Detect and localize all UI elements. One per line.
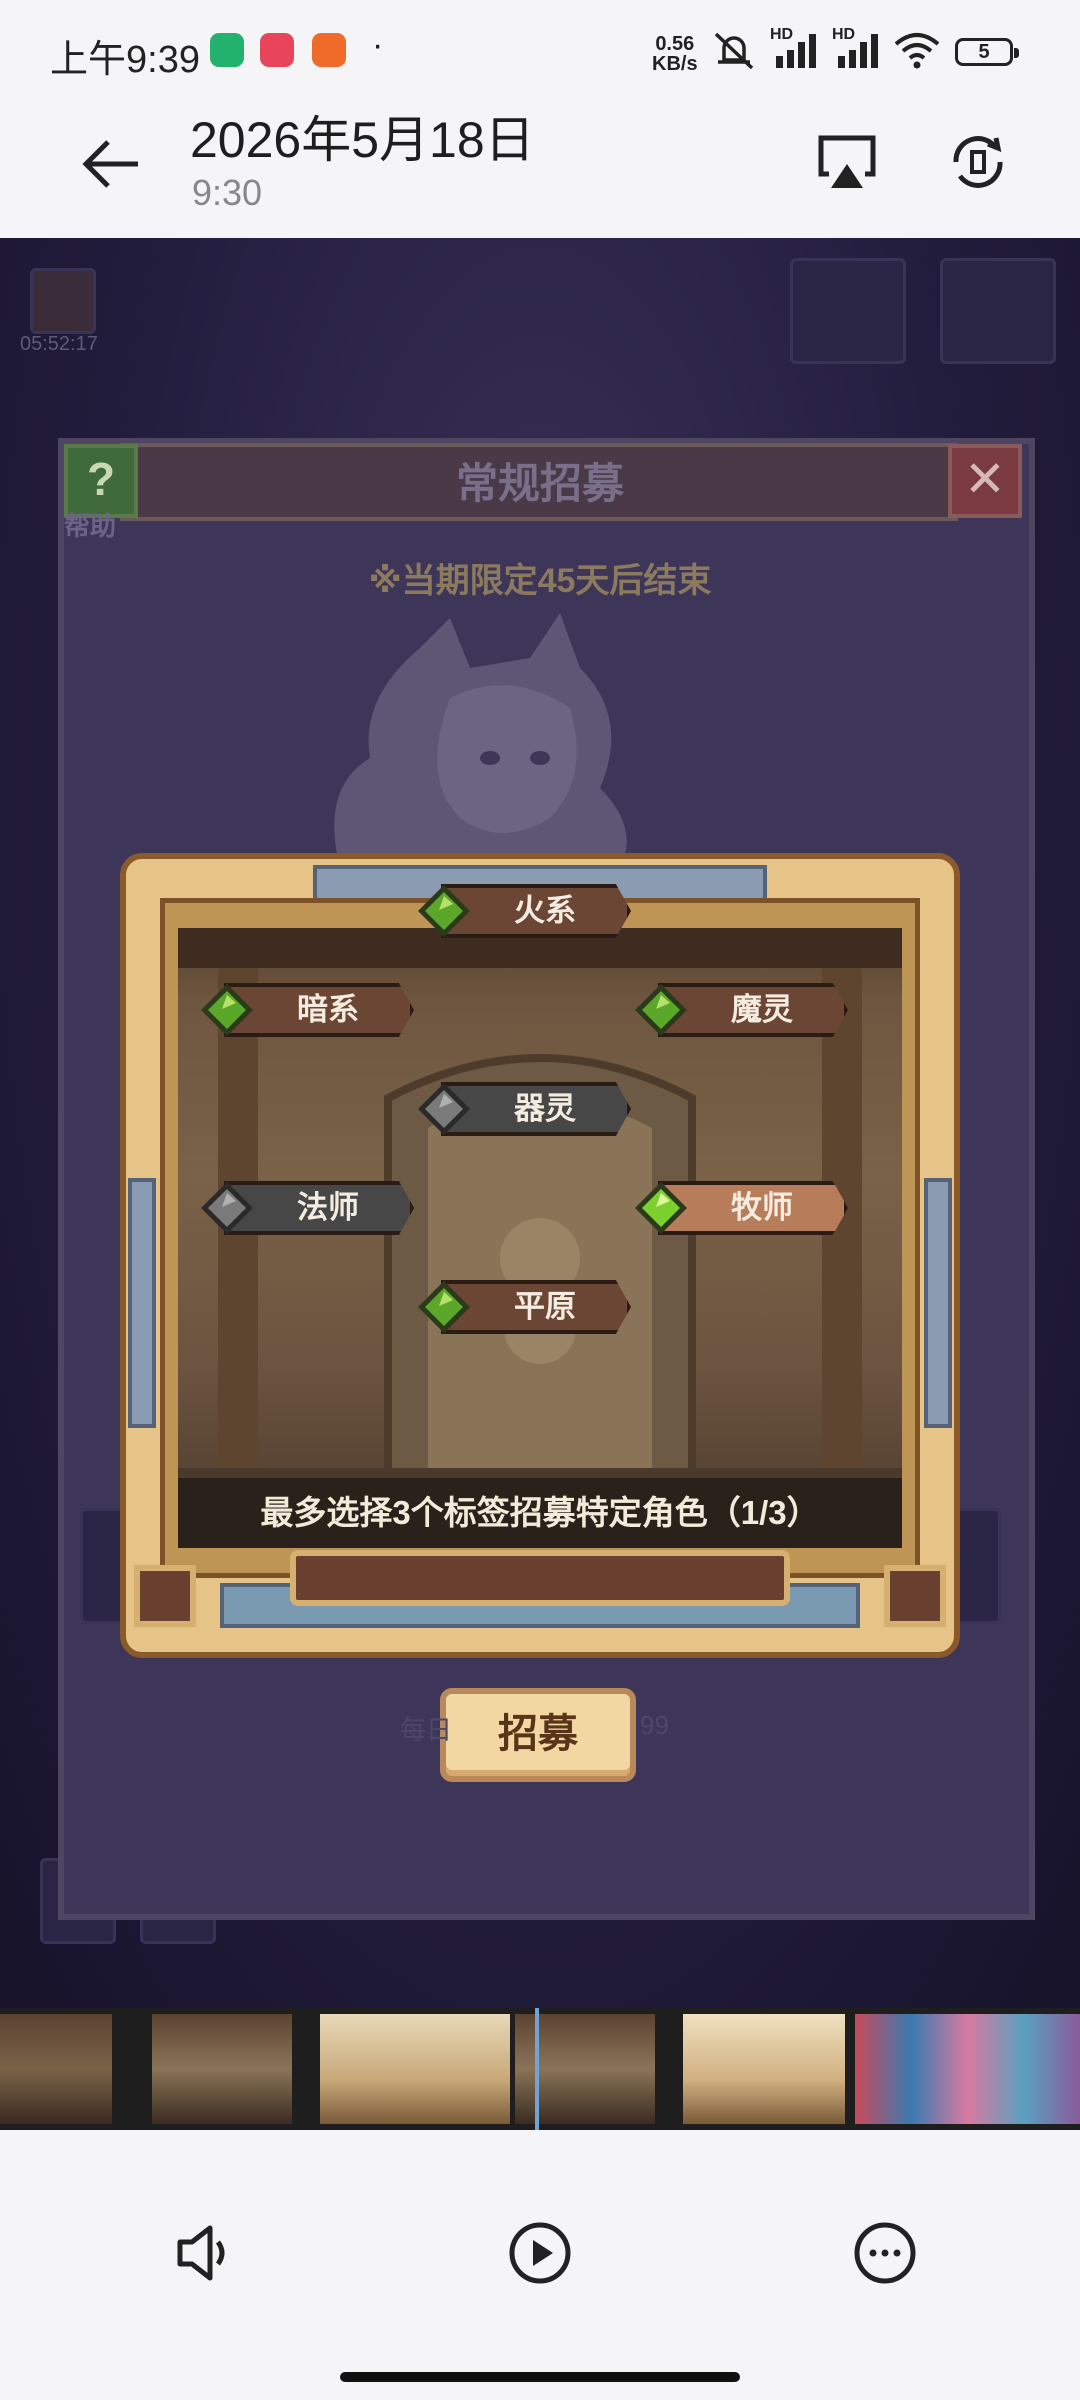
- photo-viewer[interactable]: 05:52:17 常规招募 ? 帮助 ✕ ※当期限定45天后结束 招募 每日 9…: [0, 238, 1080, 2008]
- photo-time: 9:30: [192, 172, 263, 213]
- video-app-icon: [312, 33, 346, 67]
- tag-priest[interactable]: 牧师: [632, 1175, 872, 1241]
- status-time: 上午9:39: [50, 39, 200, 81]
- tag-label: 器灵: [514, 1091, 576, 1126]
- dialog-side-right: [924, 1178, 952, 1428]
- filmstrip-position-marker: [535, 2008, 539, 2130]
- network-speed: 0.56 KB/s: [652, 33, 698, 75]
- home-indicator[interactable]: [340, 2372, 740, 2382]
- thumbnail[interactable]: [855, 2014, 1080, 2124]
- dialog-corner-left: [134, 1565, 196, 1627]
- gift-icon: [30, 268, 96, 334]
- dialog-confirm-bar[interactable]: [290, 1550, 790, 1606]
- thumbnail[interactable]: [683, 2014, 845, 2124]
- close-icon[interactable]: ✕: [948, 444, 1022, 518]
- battery-indicator: 5: [955, 38, 1019, 66]
- event-timer: 05:52:17: [20, 333, 98, 355]
- cast-icon[interactable]: [815, 130, 879, 194]
- tag-label: 魔灵: [731, 992, 793, 1027]
- limit-notice: ※当期限定45天后结束: [368, 562, 712, 600]
- event-icon: [940, 258, 1056, 364]
- more-icon[interactable]: [850, 2218, 920, 2288]
- tag-label: 法师: [297, 1190, 359, 1225]
- tag-plains[interactable]: 平原: [415, 1274, 655, 1340]
- tag-artifact-spirit[interactable]: 器灵: [415, 1076, 655, 1142]
- thumbnail[interactable]: [320, 2014, 510, 2124]
- wifi-icon: [894, 33, 940, 69]
- thumbnail[interactable]: [152, 2014, 292, 2124]
- signal-1: HD: [770, 26, 830, 72]
- tag-label: 平原: [514, 1289, 576, 1324]
- viewer-header: 2026年5月18日 9:30: [0, 100, 1080, 238]
- more-notifications-dot: ·: [372, 26, 384, 64]
- guide-icon: [790, 258, 906, 364]
- bottom-toolbar: [0, 2130, 1080, 2400]
- status-bar: 上午9:39 · 0.56 KB/s HD HD 5: [0, 0, 1080, 100]
- recruit-button[interactable]: 招募: [440, 1688, 636, 1782]
- tag-label: 牧师: [731, 1190, 793, 1225]
- filmstrip[interactable]: [0, 2008, 1080, 2130]
- signal-bars-icon: [838, 34, 878, 68]
- thumbnail[interactable]: [0, 2014, 112, 2124]
- signal-bars-icon: [776, 34, 816, 68]
- signal-2: HD: [832, 26, 892, 72]
- tag-dark[interactable]: 暗系: [198, 977, 438, 1043]
- tag-fire[interactable]: 火系: [415, 878, 655, 944]
- tag-label: 暗系: [297, 992, 359, 1027]
- help-label: 帮助: [64, 511, 117, 541]
- play-icon[interactable]: [505, 2218, 575, 2288]
- dialog-side-left: [128, 1178, 156, 1428]
- back-arrow-icon[interactable]: [80, 132, 144, 196]
- daily-limit-right: 99: [640, 1710, 669, 1740]
- game-app-icon: [260, 33, 294, 67]
- dialog-corner-right: [884, 1565, 946, 1627]
- volume-icon[interactable]: [170, 2218, 240, 2288]
- tag-selection-tip: 最多选择3个标签招募特定角色（1/3）: [260, 1494, 820, 1531]
- photo-date: 2026年5月18日: [190, 112, 535, 168]
- tag-select-dialog: 火系 暗系 魔灵 器灵 法师 牧师 平原 最多选择3个标签招募特定角色（1/3）: [120, 853, 960, 1658]
- panel-title: 常规招募: [455, 460, 624, 507]
- tag-mage[interactable]: 法师: [198, 1175, 438, 1241]
- shield-app-icon: [210, 33, 244, 67]
- tag-demon-spirit[interactable]: 魔灵: [632, 977, 872, 1043]
- tag-label: 火系: [514, 893, 576, 928]
- mute-icon: [714, 32, 754, 70]
- daily-limit-left: 每日: [400, 1715, 453, 1745]
- rotate-icon[interactable]: [946, 130, 1010, 194]
